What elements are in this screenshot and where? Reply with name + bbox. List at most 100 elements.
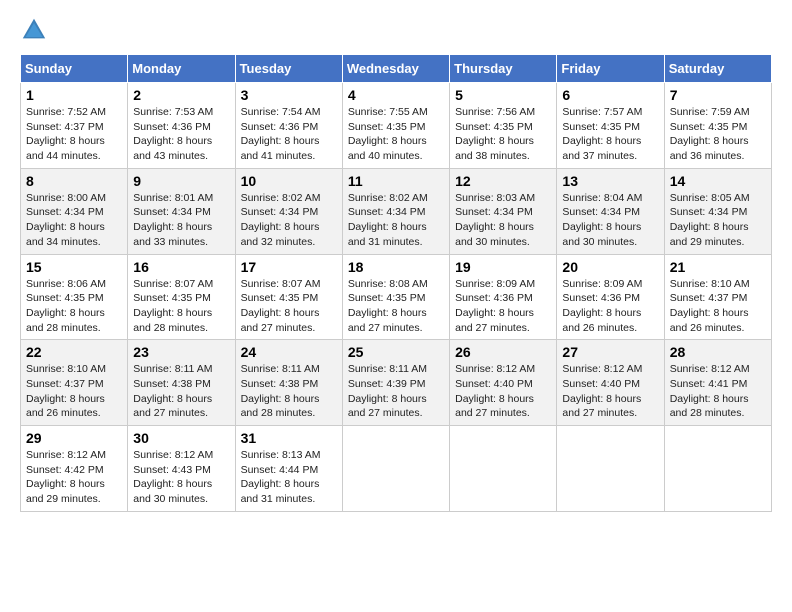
day-number: 3 xyxy=(241,87,337,103)
day-info: Sunrise: 8:09 AMSunset: 4:36 PMDaylight:… xyxy=(455,278,535,334)
day-number: 4 xyxy=(348,87,444,103)
day-number: 10 xyxy=(241,173,337,189)
calendar-day-cell: 1 Sunrise: 7:52 AMSunset: 4:37 PMDayligh… xyxy=(21,83,128,169)
calendar-week-row: 15 Sunrise: 8:06 AMSunset: 4:35 PMDaylig… xyxy=(21,254,772,340)
calendar-day-cell: 2 Sunrise: 7:53 AMSunset: 4:36 PMDayligh… xyxy=(128,83,235,169)
day-number: 8 xyxy=(26,173,122,189)
day-number: 11 xyxy=(348,173,444,189)
calendar-week-row: 8 Sunrise: 8:00 AMSunset: 4:34 PMDayligh… xyxy=(21,168,772,254)
day-info: Sunrise: 8:02 AMSunset: 4:34 PMDaylight:… xyxy=(348,192,428,248)
day-info: Sunrise: 7:53 AMSunset: 4:36 PMDaylight:… xyxy=(133,106,213,162)
day-number: 26 xyxy=(455,344,551,360)
calendar-day-header: Monday xyxy=(128,55,235,83)
day-info: Sunrise: 8:12 AMSunset: 4:40 PMDaylight:… xyxy=(562,363,642,419)
calendar-day-cell: 17 Sunrise: 8:07 AMSunset: 4:35 PMDaylig… xyxy=(235,254,342,340)
day-number: 23 xyxy=(133,344,229,360)
day-info: Sunrise: 8:10 AMSunset: 4:37 PMDaylight:… xyxy=(26,363,106,419)
calendar-day-cell xyxy=(557,426,664,512)
calendar-day-cell xyxy=(664,426,771,512)
calendar-day-cell: 24 Sunrise: 8:11 AMSunset: 4:38 PMDaylig… xyxy=(235,340,342,426)
day-info: Sunrise: 8:07 AMSunset: 4:35 PMDaylight:… xyxy=(241,278,321,334)
calendar-week-row: 1 Sunrise: 7:52 AMSunset: 4:37 PMDayligh… xyxy=(21,83,772,169)
calendar-day-header: Saturday xyxy=(664,55,771,83)
calendar-header-row: SundayMondayTuesdayWednesdayThursdayFrid… xyxy=(21,55,772,83)
calendar-day-cell: 7 Sunrise: 7:59 AMSunset: 4:35 PMDayligh… xyxy=(664,83,771,169)
day-info: Sunrise: 7:54 AMSunset: 4:36 PMDaylight:… xyxy=(241,106,321,162)
day-number: 28 xyxy=(670,344,766,360)
day-info: Sunrise: 8:13 AMSunset: 4:44 PMDaylight:… xyxy=(241,449,321,505)
calendar-day-cell: 23 Sunrise: 8:11 AMSunset: 4:38 PMDaylig… xyxy=(128,340,235,426)
day-number: 19 xyxy=(455,259,551,275)
calendar-day-cell: 25 Sunrise: 8:11 AMSunset: 4:39 PMDaylig… xyxy=(342,340,449,426)
calendar-day-cell xyxy=(342,426,449,512)
calendar-day-cell: 20 Sunrise: 8:09 AMSunset: 4:36 PMDaylig… xyxy=(557,254,664,340)
day-number: 15 xyxy=(26,259,122,275)
day-number: 14 xyxy=(670,173,766,189)
day-number: 9 xyxy=(133,173,229,189)
calendar-day-cell xyxy=(450,426,557,512)
day-number: 16 xyxy=(133,259,229,275)
day-number: 18 xyxy=(348,259,444,275)
day-info: Sunrise: 8:10 AMSunset: 4:37 PMDaylight:… xyxy=(670,278,750,334)
day-number: 21 xyxy=(670,259,766,275)
day-info: Sunrise: 8:11 AMSunset: 4:38 PMDaylight:… xyxy=(133,363,212,419)
calendar-day-header: Wednesday xyxy=(342,55,449,83)
day-number: 2 xyxy=(133,87,229,103)
day-info: Sunrise: 8:12 AMSunset: 4:42 PMDaylight:… xyxy=(26,449,106,505)
day-info: Sunrise: 8:05 AMSunset: 4:34 PMDaylight:… xyxy=(670,192,750,248)
calendar-day-cell: 9 Sunrise: 8:01 AMSunset: 4:34 PMDayligh… xyxy=(128,168,235,254)
calendar-day-cell: 16 Sunrise: 8:07 AMSunset: 4:35 PMDaylig… xyxy=(128,254,235,340)
day-info: Sunrise: 8:07 AMSunset: 4:35 PMDaylight:… xyxy=(133,278,213,334)
day-number: 24 xyxy=(241,344,337,360)
day-number: 22 xyxy=(26,344,122,360)
calendar-day-header: Friday xyxy=(557,55,664,83)
day-info: Sunrise: 7:56 AMSunset: 4:35 PMDaylight:… xyxy=(455,106,535,162)
calendar-day-cell: 26 Sunrise: 8:12 AMSunset: 4:40 PMDaylig… xyxy=(450,340,557,426)
calendar-table: SundayMondayTuesdayWednesdayThursdayFrid… xyxy=(20,54,772,512)
day-number: 30 xyxy=(133,430,229,446)
calendar-day-cell: 12 Sunrise: 8:03 AMSunset: 4:34 PMDaylig… xyxy=(450,168,557,254)
calendar-day-cell: 14 Sunrise: 8:05 AMSunset: 4:34 PMDaylig… xyxy=(664,168,771,254)
day-info: Sunrise: 8:00 AMSunset: 4:34 PMDaylight:… xyxy=(26,192,106,248)
logo-icon xyxy=(20,16,48,44)
calendar-day-cell: 15 Sunrise: 8:06 AMSunset: 4:35 PMDaylig… xyxy=(21,254,128,340)
calendar-day-cell: 10 Sunrise: 8:02 AMSunset: 4:34 PMDaylig… xyxy=(235,168,342,254)
calendar-day-cell: 11 Sunrise: 8:02 AMSunset: 4:34 PMDaylig… xyxy=(342,168,449,254)
day-info: Sunrise: 8:12 AMSunset: 4:43 PMDaylight:… xyxy=(133,449,213,505)
day-info: Sunrise: 7:59 AMSunset: 4:35 PMDaylight:… xyxy=(670,106,750,162)
day-number: 29 xyxy=(26,430,122,446)
day-info: Sunrise: 8:03 AMSunset: 4:34 PMDaylight:… xyxy=(455,192,535,248)
day-info: Sunrise: 8:06 AMSunset: 4:35 PMDaylight:… xyxy=(26,278,106,334)
day-number: 5 xyxy=(455,87,551,103)
day-info: Sunrise: 8:09 AMSunset: 4:36 PMDaylight:… xyxy=(562,278,642,334)
day-info: Sunrise: 8:08 AMSunset: 4:35 PMDaylight:… xyxy=(348,278,428,334)
calendar-day-cell: 29 Sunrise: 8:12 AMSunset: 4:42 PMDaylig… xyxy=(21,426,128,512)
calendar-day-cell: 3 Sunrise: 7:54 AMSunset: 4:36 PMDayligh… xyxy=(235,83,342,169)
calendar-day-cell: 13 Sunrise: 8:04 AMSunset: 4:34 PMDaylig… xyxy=(557,168,664,254)
calendar-day-cell: 28 Sunrise: 8:12 AMSunset: 4:41 PMDaylig… xyxy=(664,340,771,426)
calendar-day-cell: 5 Sunrise: 7:56 AMSunset: 4:35 PMDayligh… xyxy=(450,83,557,169)
calendar-day-cell: 21 Sunrise: 8:10 AMSunset: 4:37 PMDaylig… xyxy=(664,254,771,340)
day-number: 31 xyxy=(241,430,337,446)
day-info: Sunrise: 8:04 AMSunset: 4:34 PMDaylight:… xyxy=(562,192,642,248)
day-number: 27 xyxy=(562,344,658,360)
day-info: Sunrise: 8:12 AMSunset: 4:41 PMDaylight:… xyxy=(670,363,750,419)
day-info: Sunrise: 8:11 AMSunset: 4:39 PMDaylight:… xyxy=(348,363,427,419)
day-info: Sunrise: 7:55 AMSunset: 4:35 PMDaylight:… xyxy=(348,106,428,162)
day-info: Sunrise: 8:02 AMSunset: 4:34 PMDaylight:… xyxy=(241,192,321,248)
calendar-day-cell: 4 Sunrise: 7:55 AMSunset: 4:35 PMDayligh… xyxy=(342,83,449,169)
day-number: 20 xyxy=(562,259,658,275)
day-number: 13 xyxy=(562,173,658,189)
day-number: 17 xyxy=(241,259,337,275)
calendar-week-row: 29 Sunrise: 8:12 AMSunset: 4:42 PMDaylig… xyxy=(21,426,772,512)
day-number: 12 xyxy=(455,173,551,189)
page-header xyxy=(20,16,772,44)
calendar-day-cell: 22 Sunrise: 8:10 AMSunset: 4:37 PMDaylig… xyxy=(21,340,128,426)
day-info: Sunrise: 8:12 AMSunset: 4:40 PMDaylight:… xyxy=(455,363,535,419)
day-info: Sunrise: 7:57 AMSunset: 4:35 PMDaylight:… xyxy=(562,106,642,162)
calendar-day-cell: 8 Sunrise: 8:00 AMSunset: 4:34 PMDayligh… xyxy=(21,168,128,254)
day-info: Sunrise: 7:52 AMSunset: 4:37 PMDaylight:… xyxy=(26,106,106,162)
calendar-day-cell: 19 Sunrise: 8:09 AMSunset: 4:36 PMDaylig… xyxy=(450,254,557,340)
calendar-day-cell: 30 Sunrise: 8:12 AMSunset: 4:43 PMDaylig… xyxy=(128,426,235,512)
logo xyxy=(20,16,52,44)
